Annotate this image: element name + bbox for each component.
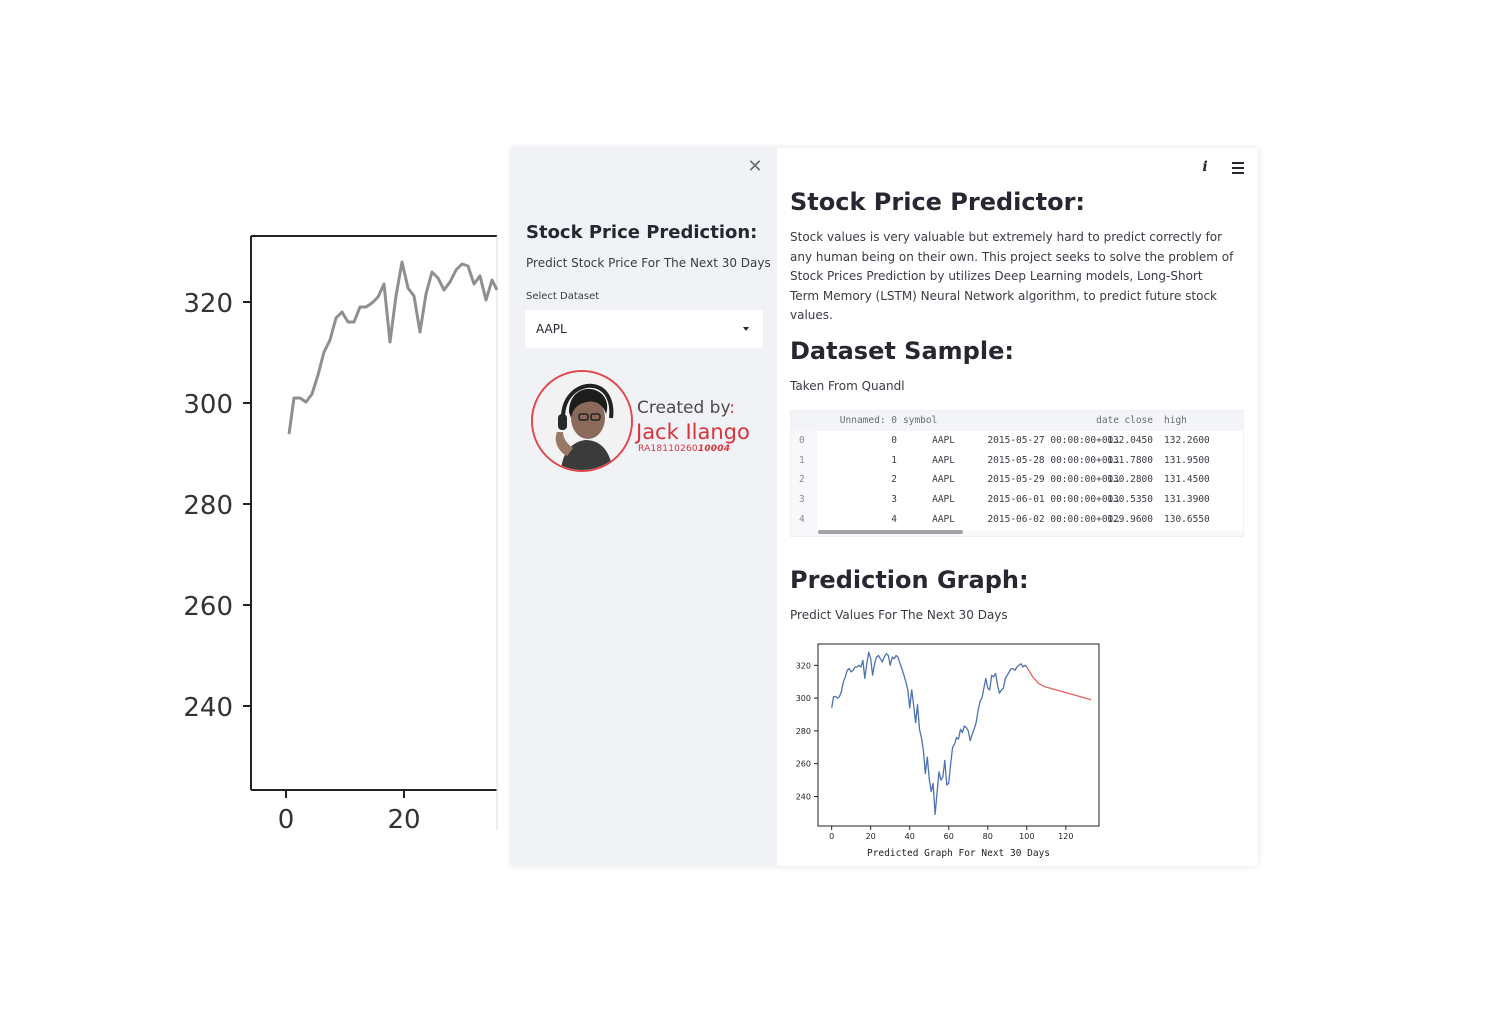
table-column-header: Unnamed: 0 xyxy=(839,415,897,426)
creator-id-prefix: RA18110260 xyxy=(638,444,698,454)
close-sidebar-button[interactable]: ✕ xyxy=(747,157,763,177)
page-title: Stock Price Predictor: xyxy=(790,188,1086,216)
project-description: Stock values is very valuable but extrem… xyxy=(790,230,1234,322)
dataset-table[interactable]: Unnamed: 0 symbol date close high 0 0 AAPL 2015-… xyxy=(790,410,1244,537)
background-chart-zoom: 320 300 280 260 240 0 20 xyxy=(0,0,500,1018)
prediction-graph-heading: Prediction Graph: xyxy=(790,566,1029,594)
chart-y-tick-label: 240 xyxy=(796,792,811,801)
table-cell: AAPL xyxy=(932,513,955,525)
prediction-graph-caption: Predict Values For The Next 30 Days xyxy=(790,608,1008,622)
bg-chart-line xyxy=(287,260,499,435)
table-cell: AAPL xyxy=(932,435,955,446)
chart-y-tick-label: 300 xyxy=(796,694,811,703)
table-cell: 0 xyxy=(891,435,897,446)
creator-name: Jack Ilango xyxy=(636,420,750,444)
table-cell: AAPL xyxy=(932,474,955,486)
background-chart-svg: 320 300 280 260 240 0 20 xyxy=(183,235,499,835)
close-icon[interactable]: ✕ xyxy=(747,156,762,177)
table-row-index: 3 xyxy=(799,494,805,506)
bg-y-tick-label: 260 xyxy=(183,592,233,622)
hamburger-menu-icon[interactable] xyxy=(1232,162,1244,174)
chart-x-tick-label: 100 xyxy=(1019,832,1034,841)
table-horizontal-scrollbar[interactable] xyxy=(818,530,963,534)
sidebar-subtitle: Predict Stock Price For The Next 30 Days xyxy=(526,256,771,270)
chart-x-tick-label: 80 xyxy=(983,832,993,841)
table-row-index: 0 xyxy=(799,435,805,446)
creator-register-number: RA1811026010004 xyxy=(638,444,730,454)
dataset-sample-heading: Dataset Sample: xyxy=(790,337,1014,365)
table-cell: 3 xyxy=(891,494,897,506)
sidebar: ✕ Stock Price Prediction: Predict Stock … xyxy=(511,148,777,866)
bg-y-tick-label: 320 xyxy=(183,289,233,319)
bg-y-tick-label: 240 xyxy=(183,693,233,723)
table-cell: 130.5350 xyxy=(1107,494,1153,506)
chart-x-tick-label: 40 xyxy=(905,832,915,841)
table-cell: AAPL xyxy=(932,494,955,506)
table-column-header: symbol xyxy=(903,415,938,426)
table-cell: 1 xyxy=(891,454,897,466)
table-cell: 4 xyxy=(891,513,897,525)
chart-x-tick-label: 120 xyxy=(1058,832,1073,841)
table-cell: 2 xyxy=(891,474,897,486)
table-column-header: high xyxy=(1164,415,1187,426)
chart-x-tick-label: 0 xyxy=(829,832,834,841)
table-row-index: 2 xyxy=(799,474,805,486)
chart-y-tick-label: 260 xyxy=(796,760,811,769)
chart-x-axis-label: Predicted Graph For Next 30 Days xyxy=(867,848,1050,859)
table-cell: 132.2600 xyxy=(1164,435,1210,446)
person-with-headphones-icon xyxy=(533,372,631,470)
app-window: ✕ Stock Price Prediction: Predict Stock … xyxy=(511,148,1258,866)
table-cell: 131.7800 xyxy=(1107,454,1153,466)
bg-y-tick-label: 300 xyxy=(183,390,233,420)
table-cell: 132.0450 xyxy=(1107,435,1153,446)
chart-x-tick-label: 20 xyxy=(866,832,876,841)
table-cell: AAPL xyxy=(932,454,955,466)
sidebar-title: Stock Price Prediction: xyxy=(526,222,758,243)
dataset-select-value[interactable]: AAPL xyxy=(536,322,567,336)
creator-card: Created by: Jack Ilango RA1811026010004 xyxy=(531,370,761,473)
chevron-down-icon[interactable] xyxy=(743,327,749,331)
chart-x-tick-label: 60 xyxy=(944,832,954,841)
table-row-index: 4 xyxy=(799,513,805,525)
creator-id-suffix: 10004 xyxy=(697,444,731,454)
table-cell: 130.6550 xyxy=(1164,513,1210,525)
avatar xyxy=(531,370,633,472)
info-icon[interactable]: i xyxy=(1198,159,1212,177)
table-cell: 131.3900 xyxy=(1164,494,1210,506)
table-column-header: close xyxy=(1124,415,1153,426)
select-dataset-label: Select Dataset xyxy=(526,291,600,302)
prediction-chart: 240 260 280 300 320 0 20 40 60 80 100 120 Predicted … xyxy=(796,643,1100,859)
table-cell: 129.9600 xyxy=(1107,513,1153,525)
bg-y-tick-label: 280 xyxy=(183,491,233,521)
main-content: i Stock Price Predictor: Stock values is… xyxy=(777,148,1258,866)
dataset-caption: Taken From Quandl xyxy=(790,379,905,393)
table-cell: 131.4500 xyxy=(1164,474,1210,486)
created-by-colon: : xyxy=(729,398,736,418)
table-cell: 131.9500 xyxy=(1164,454,1210,466)
table-row-index: 1 xyxy=(799,454,805,466)
bg-x-tick-label: 20 xyxy=(387,805,420,835)
table-cell: 130.2800 xyxy=(1107,474,1153,486)
chart-y-tick-label: 320 xyxy=(796,661,811,670)
created-by-label: Created by: xyxy=(637,398,735,418)
chart-y-tick-label: 280 xyxy=(796,727,811,736)
chart-plot-frame xyxy=(817,643,1100,827)
bg-x-tick-label: 0 xyxy=(278,805,295,835)
created-by-text: Created by xyxy=(637,398,730,418)
dataset-select[interactable]: AAPL xyxy=(525,310,763,348)
